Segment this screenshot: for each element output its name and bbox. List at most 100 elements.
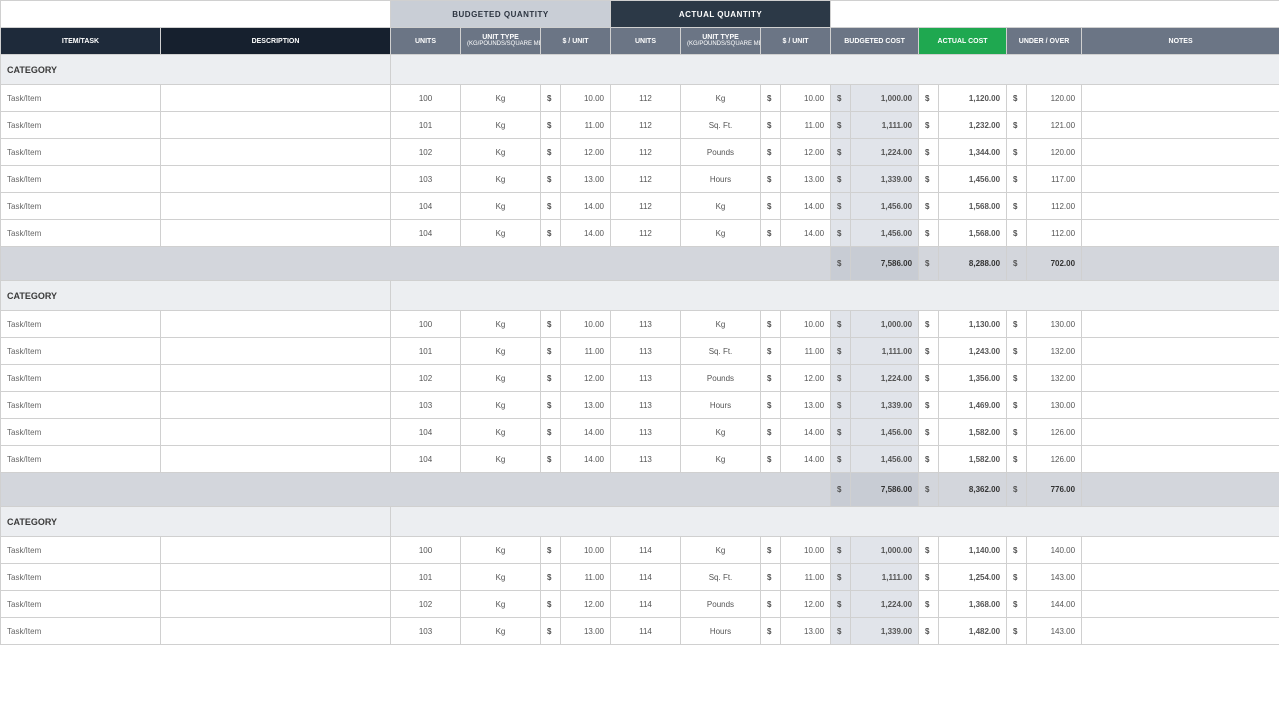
cell-a-type[interactable]: Sq. Ft. [681,564,761,591]
cell-b-units[interactable]: 103 [391,392,461,419]
cell-b-units[interactable]: 103 [391,166,461,193]
cell-item[interactable]: Task/Item [1,446,161,473]
cell-notes[interactable] [1082,139,1279,166]
cell-notes[interactable] [1082,338,1279,365]
cell-a-type[interactable]: Pounds [681,139,761,166]
cell-notes[interactable] [1082,193,1279,220]
cell-b-units[interactable]: 101 [391,564,461,591]
cell-b-units[interactable]: 104 [391,220,461,247]
cell-a-units[interactable]: 112 [611,139,681,166]
cell-b-units[interactable]: 104 [391,419,461,446]
cell-b-type[interactable]: Kg [461,112,541,139]
cell-item[interactable]: Task/Item [1,311,161,338]
cell-a-units[interactable]: 112 [611,112,681,139]
cell-a-unit[interactable]: 11.00 [781,564,831,591]
cell-description[interactable] [161,591,391,618]
cell-a-units[interactable]: 113 [611,419,681,446]
cell-b-type[interactable]: Kg [461,365,541,392]
cell-b-units[interactable]: 102 [391,591,461,618]
cell-a-units[interactable]: 112 [611,85,681,112]
cell-notes[interactable] [1082,85,1279,112]
cell-notes[interactable] [1082,446,1279,473]
cell-b-type[interactable]: Kg [461,618,541,645]
cell-item[interactable]: Task/Item [1,139,161,166]
cell-item[interactable]: Task/Item [1,166,161,193]
cell-b-unit[interactable]: 12.00 [561,365,611,392]
cell-b-type[interactable]: Kg [461,85,541,112]
cell-item[interactable]: Task/Item [1,419,161,446]
cell-a-units[interactable]: 114 [611,618,681,645]
cell-b-unit[interactable]: 13.00 [561,166,611,193]
cell-b-type[interactable]: Kg [461,446,541,473]
cell-description[interactable] [161,311,391,338]
cell-description[interactable] [161,419,391,446]
cell-a-units[interactable]: 112 [611,166,681,193]
cell-notes[interactable] [1082,591,1279,618]
cell-b-type[interactable]: Kg [461,591,541,618]
cell-a-type[interactable]: Pounds [681,365,761,392]
cell-description[interactable] [161,618,391,645]
cell-b-unit[interactable]: 13.00 [561,392,611,419]
cell-notes[interactable] [1082,564,1279,591]
cell-description[interactable] [161,564,391,591]
cell-description[interactable] [161,220,391,247]
cell-a-unit[interactable]: 14.00 [781,419,831,446]
cell-a-type[interactable]: Kg [681,446,761,473]
cell-description[interactable] [161,338,391,365]
cell-notes[interactable] [1082,419,1279,446]
cell-b-unit[interactable]: 14.00 [561,193,611,220]
cell-a-units[interactable]: 114 [611,564,681,591]
cell-notes[interactable] [1082,618,1279,645]
cell-description[interactable] [161,392,391,419]
cell-a-unit[interactable]: 12.00 [781,591,831,618]
cell-b-units[interactable]: 100 [391,537,461,564]
cell-notes[interactable] [1082,392,1279,419]
cell-a-type[interactable]: Kg [681,419,761,446]
cell-a-units[interactable]: 113 [611,311,681,338]
cell-b-units[interactable]: 102 [391,365,461,392]
cell-a-type[interactable]: Kg [681,537,761,564]
cell-a-unit[interactable]: 10.00 [781,85,831,112]
cell-item[interactable]: Task/Item [1,193,161,220]
cell-b-unit[interactable]: 10.00 [561,311,611,338]
cell-a-unit[interactable]: 11.00 [781,112,831,139]
cell-item[interactable]: Task/Item [1,112,161,139]
cell-a-type[interactable]: Kg [681,193,761,220]
cell-b-units[interactable]: 104 [391,446,461,473]
cell-b-units[interactable]: 103 [391,618,461,645]
cell-description[interactable] [161,537,391,564]
cell-b-unit[interactable]: 11.00 [561,564,611,591]
cell-item[interactable]: Task/Item [1,365,161,392]
cell-item[interactable]: Task/Item [1,618,161,645]
cell-a-type[interactable]: Hours [681,618,761,645]
cell-b-type[interactable]: Kg [461,139,541,166]
cell-b-type[interactable]: Kg [461,392,541,419]
cell-a-units[interactable]: 113 [611,365,681,392]
cell-a-units[interactable]: 114 [611,537,681,564]
cell-a-unit[interactable]: 14.00 [781,193,831,220]
cell-description[interactable] [161,365,391,392]
cell-b-units[interactable]: 102 [391,139,461,166]
cell-description[interactable] [161,139,391,166]
cell-a-units[interactable]: 112 [611,193,681,220]
cell-description[interactable] [161,112,391,139]
cell-b-unit[interactable]: 13.00 [561,618,611,645]
cell-a-type[interactable]: Pounds [681,591,761,618]
cell-a-units[interactable]: 112 [611,220,681,247]
cell-item[interactable]: Task/Item [1,537,161,564]
cell-b-unit[interactable]: 11.00 [561,112,611,139]
cell-item[interactable]: Task/Item [1,85,161,112]
cell-b-unit[interactable]: 12.00 [561,139,611,166]
cell-description[interactable] [161,446,391,473]
cell-notes[interactable] [1082,365,1279,392]
cell-b-unit[interactable]: 10.00 [561,85,611,112]
cell-a-units[interactable]: 113 [611,446,681,473]
cell-a-type[interactable]: Sq. Ft. [681,338,761,365]
cell-b-type[interactable]: Kg [461,564,541,591]
cell-item[interactable]: Task/Item [1,338,161,365]
cell-item[interactable]: Task/Item [1,392,161,419]
cell-a-unit[interactable]: 13.00 [781,618,831,645]
cell-item[interactable]: Task/Item [1,564,161,591]
cell-notes[interactable] [1082,112,1279,139]
cell-a-unit[interactable]: 13.00 [781,392,831,419]
